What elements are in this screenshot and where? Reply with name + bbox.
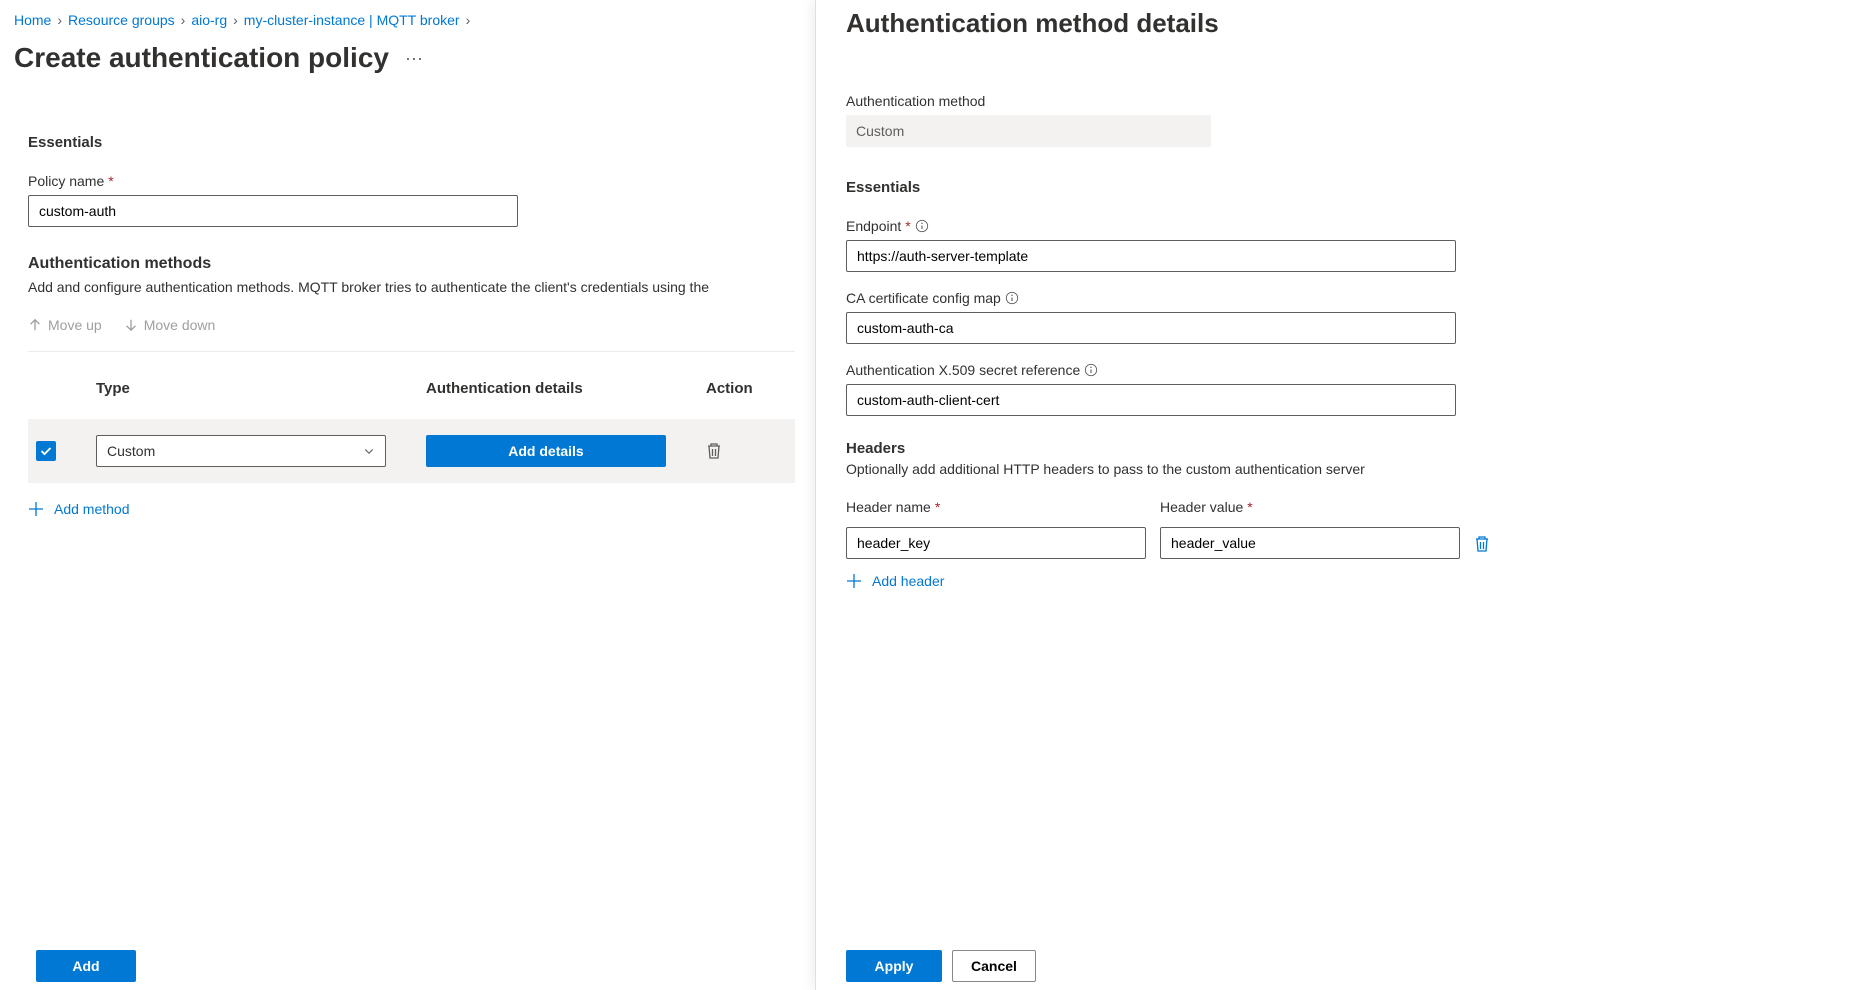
info-icon[interactable] [915,219,929,233]
headers-heading: Headers [846,440,1819,457]
arrow-up-icon [28,318,42,332]
required-icon: * [905,218,910,234]
add-method-button[interactable]: Add method [28,501,795,517]
info-icon[interactable] [1084,363,1098,377]
type-select-value: Custom [107,443,155,459]
ca-cert-input[interactable] [846,312,1456,344]
headers-description: Optionally add additional HTTP headers t… [846,461,1819,477]
type-select[interactable]: Custom [96,435,386,467]
chevron-right-icon: › [466,12,471,28]
add-button[interactable]: Add [36,950,136,982]
trash-icon [1474,535,1490,553]
breadcrumb-link-cluster[interactable]: my-cluster-instance | MQTT broker [244,12,460,28]
main-content: Home › Resource groups › aio-rg › my-clu… [0,0,815,990]
column-header-details: Authentication details [426,380,706,397]
page-title: Create authentication policy [14,42,389,74]
row-checkbox[interactable] [36,441,56,461]
breadcrumb-link-aio-rg[interactable]: aio-rg [191,12,227,28]
header-name-label: Header name [846,499,931,515]
auth-method-row: Custom Add details [28,419,795,483]
panel-essentials-heading: Essentials [846,179,1819,196]
breadcrumb-link-home[interactable]: Home [14,12,51,28]
trash-icon [706,442,722,460]
endpoint-label: Endpoint [846,218,901,234]
add-header-label: Add header [872,573,944,589]
delete-header-button[interactable] [1474,535,1490,559]
info-icon[interactable] [1005,291,1019,305]
header-value-label: Header value [1160,499,1243,515]
auth-method-label: Authentication method [846,93,985,109]
policy-name-label: Policy name [28,173,104,189]
add-details-button[interactable]: Add details [426,435,666,467]
delete-button[interactable] [706,442,787,460]
auth-method-value: Custom [846,115,1211,147]
chevron-right-icon: › [181,12,186,28]
move-down-label: Move down [144,317,216,333]
move-up-label: Move up [48,317,102,333]
column-header-action: Action [706,380,787,397]
required-icon: * [108,173,113,189]
checkmark-icon [40,445,52,457]
plus-icon [28,501,44,517]
arrow-down-icon [124,318,138,332]
essentials-heading: Essentials [28,134,795,151]
divider [28,351,795,352]
header-value-input[interactable] [1160,527,1460,559]
chevron-right-icon: › [233,12,238,28]
breadcrumb: Home › Resource groups › aio-rg › my-clu… [14,12,795,28]
header-name-input[interactable] [846,527,1146,559]
breadcrumb-link-resource-groups[interactable]: Resource groups [68,12,175,28]
column-header-type: Type [96,380,426,397]
secret-ref-input[interactable] [846,384,1456,416]
auth-methods-heading: Authentication methods [28,255,795,273]
auth-methods-description: Add and configure authentication methods… [28,279,795,295]
add-header-button[interactable]: Add header [846,573,1819,589]
details-panel: Authentication method details Authentica… [815,0,1849,990]
apply-button[interactable]: Apply [846,950,942,982]
more-icon[interactable]: ··· [405,48,423,69]
policy-name-input[interactable] [28,195,518,227]
secret-ref-label: Authentication X.509 secret reference [846,362,1080,378]
chevron-right-icon: › [57,12,62,28]
endpoint-input[interactable] [846,240,1456,272]
required-icon: * [935,499,940,515]
chevron-down-icon [363,445,375,457]
move-up-button[interactable]: Move up [28,317,102,333]
move-down-button[interactable]: Move down [124,317,216,333]
cancel-button[interactable]: Cancel [952,950,1036,982]
plus-icon [846,573,862,589]
add-method-label: Add method [54,501,130,517]
required-icon: * [1247,499,1252,515]
ca-cert-label: CA certificate config map [846,290,1001,306]
panel-title: Authentication method details [846,8,1819,39]
